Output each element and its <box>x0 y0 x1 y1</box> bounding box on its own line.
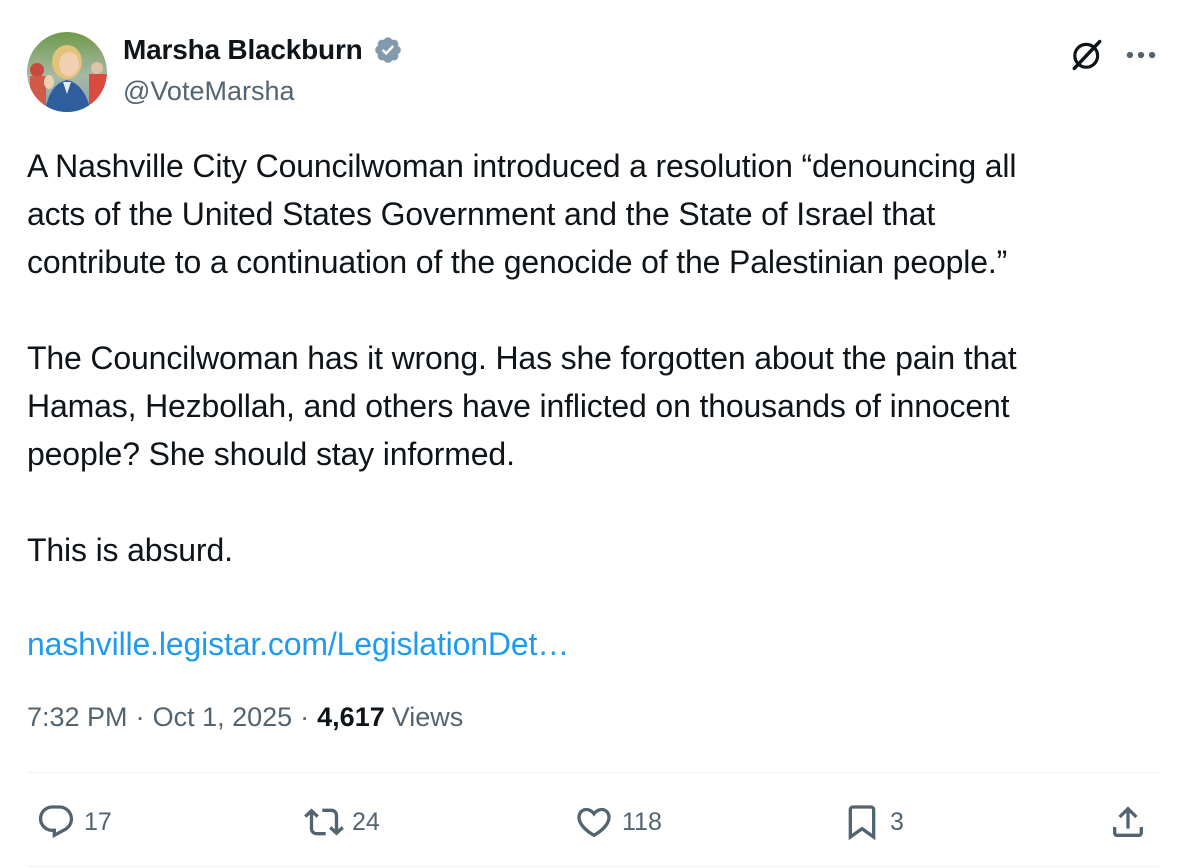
tweet-link[interactable]: nashville.legistar.com/LegislationDet… <box>27 620 569 668</box>
grok-icon[interactable] <box>1068 36 1106 74</box>
avatar[interactable] <box>27 32 107 112</box>
more-icon[interactable] <box>1122 36 1160 74</box>
tweet-line: contribute to a continuation of the geno… <box>27 244 1008 280</box>
share-button[interactable] <box>1108 800 1148 844</box>
tweet-time[interactable]: 7:32 PM <box>27 702 128 733</box>
retweet-button[interactable]: 24 <box>304 800 380 844</box>
like-count: 118 <box>622 807 662 836</box>
views-label: Views <box>391 702 464 732</box>
tweet-line: A Nashville City Councilwoman introduced… <box>27 148 1017 184</box>
retweet-count: 24 <box>352 807 380 836</box>
meta-separator: · <box>135 702 145 732</box>
tweet-line: people? She should stay informed. <box>27 436 515 472</box>
divider <box>27 772 1159 773</box>
reply-button[interactable]: 17 <box>36 800 112 844</box>
tweet-date[interactable]: Oct 1, 2025 <box>153 702 293 733</box>
author-name-row: Marsha Blackburn <box>123 34 403 66</box>
author-handle[interactable]: @VoteMarsha <box>123 76 295 107</box>
profile-photo-icon <box>27 32 107 112</box>
verified-badge-icon[interactable] <box>373 35 403 65</box>
tweet-line: This is absurd. <box>27 532 233 568</box>
retweet-icon <box>304 808 344 836</box>
bookmark-count: 3 <box>890 807 904 836</box>
tweet-line: Hamas, Hezbollah, and others have inflic… <box>27 388 1010 424</box>
views-count: 4,617 <box>317 702 385 732</box>
tweet-meta: 7:32 PM · Oct 1, 2025 · 4,617 Views <box>27 702 463 733</box>
divider <box>27 866 1159 867</box>
bookmark-icon <box>848 805 876 841</box>
meta-separator: · <box>300 702 310 732</box>
tweet-text: A Nashville City Councilwoman introduced… <box>27 142 1162 574</box>
like-button[interactable]: 118 <box>574 800 662 844</box>
share-icon <box>1113 806 1143 837</box>
heart-icon <box>577 807 611 838</box>
reply-count: 17 <box>84 807 112 836</box>
tweet-line: acts of the United States Government and… <box>27 196 936 232</box>
author-display-name[interactable]: Marsha Blackburn <box>123 34 363 66</box>
reply-icon <box>38 805 74 839</box>
tweet-line: The Councilwoman has it wrong. Has she f… <box>27 340 1017 376</box>
tweet-card: Marsha Blackburn @VoteMarsha A Nashville… <box>0 0 1188 868</box>
bookmark-button[interactable]: 3 <box>842 800 904 844</box>
